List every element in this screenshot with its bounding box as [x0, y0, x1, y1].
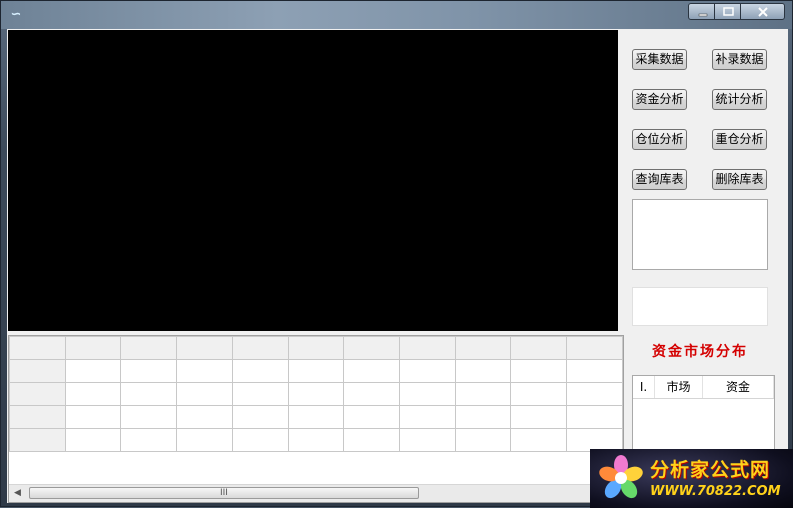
chart-display-panel[interactable]: [8, 30, 618, 331]
grid-cell[interactable]: [176, 359, 233, 383]
query-table-button[interactable]: 查询库表: [632, 169, 687, 190]
grid-cell[interactable]: [287, 359, 345, 383]
scroll-thumb[interactable]: III: [29, 487, 419, 499]
heavy-position-analysis-button[interactable]: 重仓分析: [712, 129, 767, 150]
column-header[interactable]: [231, 336, 289, 360]
collect-data-button[interactable]: 采集数据: [632, 49, 687, 70]
site-watermark-logo: 分析家公式网 WWW.70822.COM: [590, 449, 793, 508]
logo-url: WWW.70822.COM: [650, 484, 781, 499]
distribution-title: 资金市场分布: [652, 344, 748, 360]
column-header[interactable]: [343, 336, 401, 360]
grid-cell[interactable]: [566, 359, 623, 383]
grid-table: [9, 336, 623, 452]
close-button[interactable]: [740, 3, 785, 20]
table-row: [9, 382, 623, 406]
table-row: [9, 428, 623, 452]
grid-cell[interactable]: [231, 359, 289, 383]
grid-cell[interactable]: [120, 405, 178, 429]
column-header[interactable]: [399, 336, 456, 360]
grid-cell[interactable]: [176, 382, 233, 406]
grid-cell[interactable]: [454, 359, 512, 383]
stat-analysis-button[interactable]: 统计分析: [712, 89, 767, 110]
row-header[interactable]: [9, 382, 66, 406]
supplement-data-button[interactable]: 补录数据: [712, 49, 767, 70]
corner-cell: [9, 336, 66, 360]
delete-table-button[interactable]: 删除库表: [712, 169, 767, 190]
grid-cell[interactable]: [287, 382, 345, 406]
title-bar[interactable]: ∽: [1, 1, 792, 29]
grid-cell[interactable]: [64, 382, 122, 406]
column-header[interactable]: [120, 336, 178, 360]
grid-cell[interactable]: [343, 405, 401, 429]
grid-cell[interactable]: [64, 405, 122, 429]
grid-cell[interactable]: [399, 382, 456, 406]
position-analysis-button[interactable]: 仓位分析: [632, 129, 687, 150]
grid-cell[interactable]: [510, 405, 568, 429]
minimize-icon: [698, 13, 708, 17]
maximize-button[interactable]: [714, 3, 741, 20]
column-header[interactable]: [176, 336, 233, 360]
column-header[interactable]: [287, 336, 345, 360]
grid-cell[interactable]: [120, 382, 178, 406]
grid-cell[interactable]: [64, 359, 122, 383]
grid-cell[interactable]: [510, 359, 568, 383]
client-area: ◀ III 采集数据 补录数据 资金分析 统计分析 仓位分析 重仓分析 查询库表…: [7, 29, 788, 503]
column-header[interactable]: [510, 336, 568, 360]
list-column-index[interactable]: I.: [633, 376, 655, 398]
grid-cell[interactable]: [510, 428, 568, 452]
close-icon: [758, 7, 768, 17]
grid-cell[interactable]: [231, 405, 289, 429]
app-icon[interactable]: ∽: [8, 7, 24, 23]
grid-cell[interactable]: [343, 359, 401, 383]
grid-cell[interactable]: [399, 428, 456, 452]
grid-cell[interactable]: [287, 405, 345, 429]
horizontal-scrollbar[interactable]: ◀ III: [9, 484, 623, 502]
scroll-grip: III: [220, 488, 228, 498]
grid-cell[interactable]: [120, 359, 178, 383]
grid-cell[interactable]: [566, 382, 623, 406]
table-row: [9, 359, 623, 383]
column-header[interactable]: [64, 336, 122, 360]
column-header[interactable]: [454, 336, 512, 360]
grid-cell[interactable]: [231, 382, 289, 406]
grid-cell[interactable]: [454, 405, 512, 429]
data-grid[interactable]: ◀ III: [8, 335, 624, 503]
minimize-button[interactable]: [688, 3, 715, 20]
row-header[interactable]: [9, 405, 66, 429]
info-textbox[interactable]: [632, 287, 768, 326]
flower-logo-icon: [599, 455, 643, 499]
grid-cell[interactable]: [343, 428, 401, 452]
maximize-icon: [723, 7, 734, 16]
grid-cell[interactable]: [399, 405, 456, 429]
grid-cell[interactable]: [176, 405, 233, 429]
list-column-market[interactable]: 市场: [655, 376, 703, 398]
row-header[interactable]: [9, 359, 66, 383]
row-header[interactable]: [9, 428, 66, 452]
list-column-fund[interactable]: 资金: [703, 376, 774, 398]
list-header: I. 市场 资金: [633, 376, 774, 399]
grid-cell[interactable]: [120, 428, 178, 452]
grid-cell[interactable]: [510, 382, 568, 406]
grid-cell[interactable]: [399, 359, 456, 383]
fund-analysis-button[interactable]: 资金分析: [632, 89, 687, 110]
column-header[interactable]: [566, 336, 623, 360]
output-textbox[interactable]: [632, 199, 768, 270]
scroll-left-icon[interactable]: ◀: [14, 488, 21, 498]
grid-cell[interactable]: [287, 428, 345, 452]
grid-cell[interactable]: [454, 382, 512, 406]
grid-cell[interactable]: [343, 382, 401, 406]
grid-cell[interactable]: [176, 428, 233, 452]
table-row: [9, 405, 623, 429]
logo-name: 分析家公式网: [650, 459, 771, 481]
grid-cell[interactable]: [454, 428, 512, 452]
grid-cell[interactable]: [566, 405, 623, 429]
grid-cell[interactable]: [231, 428, 289, 452]
app-window: ∽ ◀ III 采集数据 补录数据 资金分析 统计分析 仓位分析 重仓分析 查询…: [0, 0, 793, 508]
grid-cell[interactable]: [64, 428, 122, 452]
grid-header-row: [9, 336, 623, 360]
